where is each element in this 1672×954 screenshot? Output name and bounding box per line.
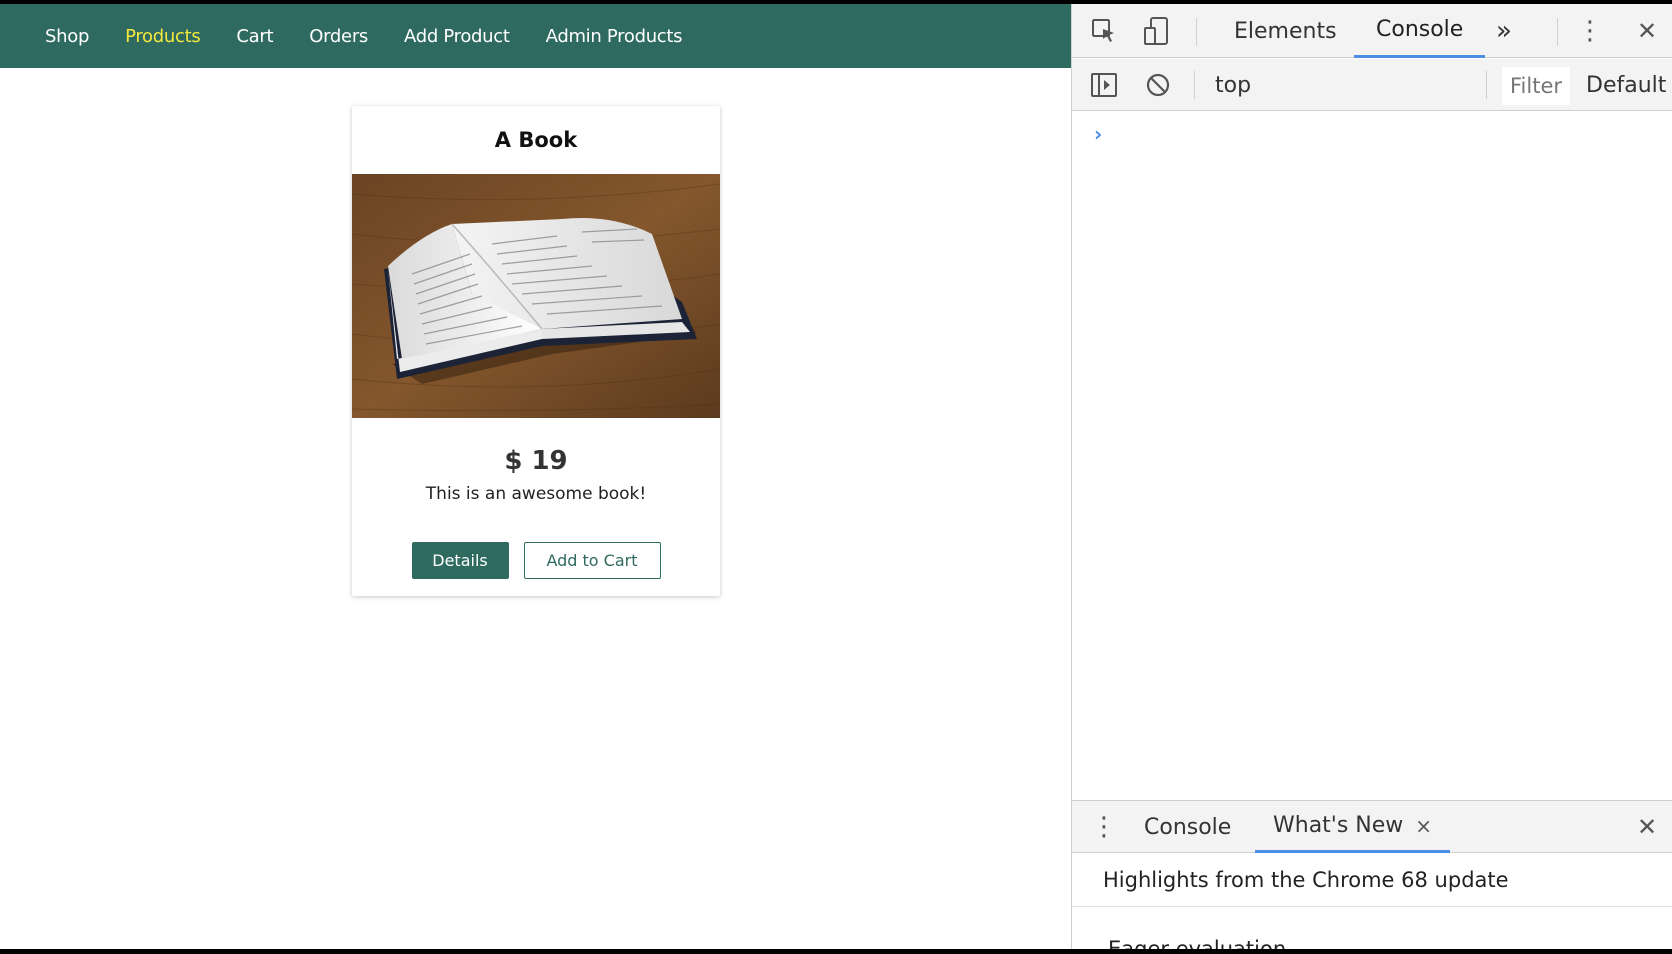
card-actions: Details Add to Cart	[352, 542, 720, 579]
nav-item-products[interactable]: Products	[125, 26, 201, 47]
add-to-cart-button[interactable]: Add to Cart	[523, 542, 661, 579]
close-tab-icon[interactable]: ×	[1415, 814, 1432, 838]
product-card: A Book $ 19 This is an awesome book! Det…	[352, 106, 720, 596]
product-title: A Book	[494, 128, 578, 152]
nav-list: Shop Products Cart Orders Add Product Ad…	[0, 4, 1071, 68]
toolbar-divider	[1194, 71, 1195, 99]
drawer-tab-console[interactable]: Console	[1126, 801, 1249, 853]
nav-item-admin-products[interactable]: Admin Products	[546, 26, 683, 47]
whats-new-next-heading: Eager evaluation	[1108, 937, 1287, 949]
log-levels-select[interactable]: Default l	[1586, 67, 1672, 103]
open-book-photo	[352, 174, 720, 418]
clear-console-icon[interactable]	[1142, 69, 1174, 101]
device-toolbar-icon[interactable]	[1140, 15, 1172, 47]
devtools-tabbar: Elements Console » ⋮ ✕	[1072, 4, 1672, 58]
console-output[interactable]: ›	[1072, 112, 1672, 800]
tabbar-divider	[1557, 18, 1558, 46]
console-toolbar: top ▼ Default l	[1072, 59, 1672, 111]
devtools-panel: Elements Console » ⋮ ✕ top Filter Defaul…	[1071, 4, 1672, 949]
drawer-tabbar: ⋮ Console What's New × ✕	[1072, 801, 1672, 853]
console-prompt-icon: ›	[1094, 122, 1103, 146]
tab-elements[interactable]: Elements	[1212, 4, 1359, 58]
context-select[interactable]: top ▼	[1207, 67, 1545, 103]
web-page: Shop Products Cart Orders Add Product Ad…	[0, 4, 1071, 949]
tabbar-divider	[1196, 18, 1197, 46]
tab-console[interactable]: Console	[1354, 4, 1486, 58]
toolbar-divider	[1486, 71, 1487, 99]
inspect-element-icon[interactable]	[1088, 15, 1120, 47]
main-navigation: Shop Products Cart Orders Add Product Ad…	[0, 4, 1071, 68]
devtools-drawer: ⋮ Console What's New × ✕ Highlights from…	[1072, 800, 1672, 949]
show-sidebar-icon[interactable]	[1088, 69, 1120, 101]
drawer-menu-icon[interactable]: ⋮	[1091, 811, 1117, 843]
whats-new-content: Highlights from the Chrome 68 update Eag…	[1072, 853, 1672, 949]
nav-item-cart[interactable]: Cart	[236, 26, 273, 47]
screen: Shop Products Cart Orders Add Product Ad…	[0, 4, 1672, 949]
details-button[interactable]: Details	[411, 542, 509, 579]
nav-item-orders[interactable]: Orders	[309, 26, 368, 47]
more-tabs-icon[interactable]: »	[1474, 4, 1534, 58]
drawer-tab-whats-new-label: What's New	[1273, 813, 1404, 838]
nav-item-shop[interactable]: Shop	[45, 26, 89, 47]
context-value: top	[1215, 72, 1252, 98]
console-filter-input[interactable]	[1502, 67, 1570, 105]
close-drawer-icon[interactable]: ✕	[1632, 811, 1662, 843]
kebab-menu-icon[interactable]: ⋮	[1577, 15, 1603, 47]
product-image	[352, 174, 720, 418]
product-description: This is an awesome book!	[425, 484, 647, 504]
product-price: $ 19	[504, 446, 568, 476]
whats-new-heading: Highlights from the Chrome 68 update	[1072, 853, 1672, 907]
nav-item-add-product[interactable]: Add Product	[404, 26, 510, 47]
close-devtools-icon[interactable]: ✕	[1632, 15, 1662, 47]
drawer-tab-whats-new[interactable]: What's New ×	[1255, 801, 1451, 853]
